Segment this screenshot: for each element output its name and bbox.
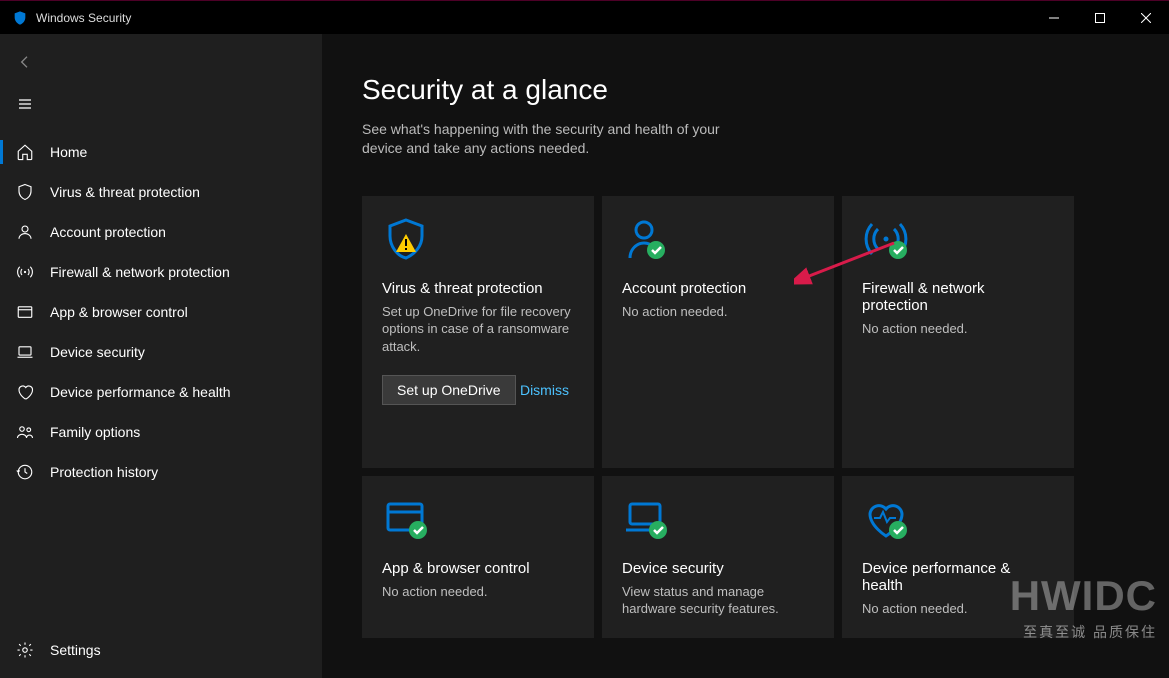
person-icon: [16, 223, 34, 241]
card-title: Firewall & network protection: [862, 280, 1054, 314]
sidebar-item-family[interactable]: Family options: [0, 412, 322, 452]
sidebar-item-label: Device security: [50, 344, 145, 360]
maximize-button[interactable]: [1077, 2, 1123, 34]
card-desc: Set up OneDrive for file recovery option…: [382, 303, 574, 356]
shield-warning-icon: [382, 216, 430, 264]
sidebar-item-firewall[interactable]: Firewall & network protection: [0, 252, 322, 292]
card-desc: No action needed.: [862, 320, 1054, 338]
content-area: Security at a glance See what's happenin…: [322, 34, 1169, 678]
sidebar-item-performance[interactable]: Device performance & health: [0, 372, 322, 412]
sidebar-item-label: Firewall & network protection: [50, 264, 230, 280]
heart-ok-icon: [862, 496, 910, 544]
card-desc: No action needed.: [382, 583, 574, 601]
card-virus-threat[interactable]: Virus & threat protection Set up OneDriv…: [362, 196, 594, 468]
card-desc: No action needed.: [622, 303, 814, 321]
sidebar-item-label: App & browser control: [50, 304, 188, 320]
sidebar-item-label: Account protection: [50, 224, 166, 240]
dismiss-link[interactable]: Dismiss: [520, 382, 569, 398]
card-title: Device security: [622, 560, 814, 577]
hamburger-button[interactable]: [2, 84, 48, 124]
browser-ok-icon: [382, 496, 430, 544]
setup-onedrive-button[interactable]: Set up OneDrive: [382, 375, 516, 405]
card-title: Device performance & health: [862, 560, 1054, 594]
sidebar-item-home[interactable]: Home: [0, 132, 322, 172]
card-title: Account protection: [622, 280, 814, 297]
sidebar-item-label: Device performance & health: [50, 384, 231, 400]
antenna-icon: [16, 263, 34, 281]
titlebar-left: Windows Security: [0, 10, 131, 26]
card-app-browser[interactable]: App & browser control No action needed.: [362, 476, 594, 638]
sidebar: Home Virus & threat protection Account p…: [0, 34, 322, 678]
laptop-icon: [16, 343, 34, 361]
page-title: Security at a glance: [362, 74, 1129, 106]
card-account[interactable]: Account protection No action needed.: [602, 196, 834, 468]
sidebar-item-app-browser[interactable]: App & browser control: [0, 292, 322, 332]
family-icon: [16, 423, 34, 441]
card-title: Virus & threat protection: [382, 280, 574, 297]
gear-icon: [16, 641, 34, 659]
history-icon: [16, 463, 34, 481]
card-desc: No action needed.: [862, 600, 1054, 618]
card-firewall[interactable]: Firewall & network protection No action …: [842, 196, 1074, 468]
sidebar-item-device-security[interactable]: Device security: [0, 332, 322, 372]
sidebar-item-settings[interactable]: Settings: [0, 630, 322, 670]
sidebar-item-history[interactable]: Protection history: [0, 452, 322, 492]
sidebar-item-label: Home: [50, 144, 87, 160]
page-subtitle: See what's happening with the security a…: [362, 120, 752, 158]
sidebar-item-label: Virus & threat protection: [50, 184, 200, 200]
sidebar-item-label: Settings: [50, 642, 101, 658]
sidebar-item-virus[interactable]: Virus & threat protection: [0, 172, 322, 212]
sidebar-item-label: Family options: [50, 424, 140, 440]
home-icon: [16, 143, 34, 161]
window-controls: [1031, 2, 1169, 34]
close-button[interactable]: [1123, 2, 1169, 34]
laptop-ok-icon: [622, 496, 670, 544]
card-performance[interactable]: Device performance & health No action ne…: [842, 476, 1074, 638]
window-title: Windows Security: [36, 11, 131, 25]
sidebar-item-account[interactable]: Account protection: [0, 212, 322, 252]
browser-icon: [16, 303, 34, 321]
titlebar: Windows Security: [0, 0, 1169, 34]
shield-icon: [16, 183, 34, 201]
cards-grid: Virus & threat protection Set up OneDriv…: [362, 196, 1129, 638]
heart-icon: [16, 383, 34, 401]
card-desc: View status and manage hardware security…: [622, 583, 814, 618]
card-title: App & browser control: [382, 560, 574, 577]
person-ok-icon: [622, 216, 670, 264]
minimize-button[interactable]: [1031, 2, 1077, 34]
card-device-security[interactable]: Device security View status and manage h…: [602, 476, 834, 638]
back-button[interactable]: [2, 42, 48, 82]
app-icon: [12, 10, 28, 26]
sidebar-item-label: Protection history: [50, 464, 158, 480]
antenna-ok-icon: [862, 216, 910, 264]
